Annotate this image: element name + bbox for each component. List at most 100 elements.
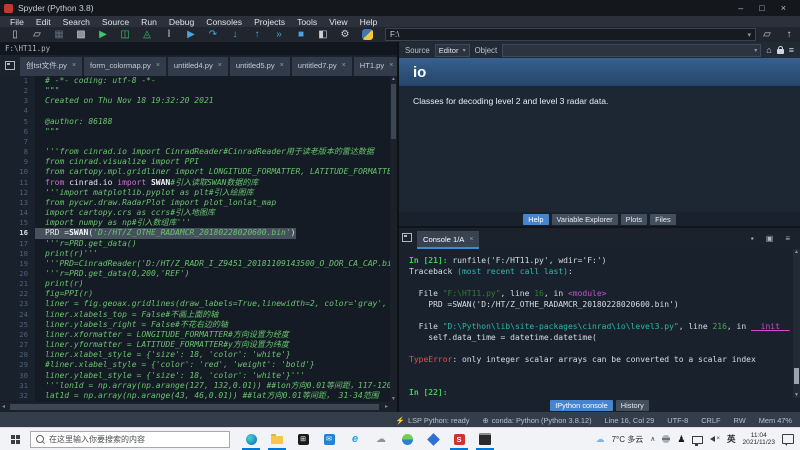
new-file-icon[interactable]: ▯: [4, 27, 26, 42]
ime-indicator[interactable]: 英: [727, 433, 736, 445]
menu-edit[interactable]: Edit: [30, 17, 57, 27]
close-icon[interactable]: ×: [469, 236, 473, 243]
run-icon[interactable]: ▶: [92, 27, 114, 42]
source-select[interactable]: Editor ▾: [435, 44, 470, 57]
editor-tab-_tst_.py[interactable]: 创tst文件.py×: [20, 57, 82, 76]
menu-run[interactable]: Run: [135, 17, 163, 27]
file-explorer-icon[interactable]: [264, 428, 290, 450]
code-line-7[interactable]: 7: [0, 137, 397, 147]
maximize-button[interactable]: □: [759, 3, 764, 13]
terminal-icon[interactable]: [472, 428, 498, 450]
editor-vertical-scrollbar[interactable]: ▲ ▼: [390, 76, 397, 402]
code-line-5[interactable]: 5@author: 86188: [0, 117, 397, 127]
code-line-23[interactable]: 23liner = fig.geoax.gridlines(draw_label…: [0, 299, 397, 309]
run-cell-advance-icon[interactable]: ◬: [136, 27, 158, 42]
editor-tab-untitled5.py[interactable]: untitled5.py×: [230, 57, 290, 76]
editor-tab-untitled7.py[interactable]: untitled7.py×: [292, 57, 352, 76]
code-line-31[interactable]: 31'''lon1d = np.array(np.arange(127, 132…: [0, 381, 397, 391]
start-button[interactable]: [0, 428, 30, 450]
browser-360-icon[interactable]: [394, 428, 420, 450]
chevron-down-icon[interactable]: ▾: [463, 47, 466, 54]
code-line-20[interactable]: 20'''r=PRD.get_data(0,200,'REF'): [0, 269, 397, 279]
pane-options-icon[interactable]: [402, 233, 412, 242]
console-scrollbar[interactable]: ▲ ▼: [793, 249, 800, 398]
interrupt-kernel-icon[interactable]: ▪: [751, 234, 754, 243]
step-into-icon[interactable]: ↓: [224, 27, 246, 42]
menu-search[interactable]: Search: [57, 17, 96, 27]
console-output[interactable]: In [21]: runfile('F:/HT11.py', wdir='F:'…: [399, 249, 800, 398]
continue-icon[interactable]: »: [268, 27, 290, 42]
tray-expand-icon[interactable]: ∧: [650, 435, 655, 443]
preferences-icon[interactable]: ⚙: [334, 27, 356, 42]
code-line-14[interactable]: 14import cartopy.crs as ccrs#引入地图库: [0, 208, 397, 218]
code-line-6[interactable]: 6""": [0, 127, 397, 137]
edge-icon[interactable]: [238, 428, 264, 450]
tab-plots[interactable]: Plots: [621, 214, 647, 225]
menu-projects[interactable]: Projects: [248, 17, 291, 27]
menu-tools[interactable]: Tools: [291, 17, 323, 27]
ie-icon[interactable]: e: [342, 428, 368, 450]
python-logo-icon[interactable]: [362, 29, 373, 40]
menu-consoles[interactable]: Consoles: [200, 17, 248, 27]
chevron-down-icon[interactable]: ▾: [747, 31, 751, 39]
network-icon[interactable]: [692, 436, 703, 444]
scroll-down-icon[interactable]: ▼: [793, 392, 800, 398]
code-line-1[interactable]: 1# -*- coding: utf-8 -*-: [0, 76, 397, 86]
code-line-25[interactable]: 25liner.ylabels_right = False#不花右边的轴: [0, 320, 397, 330]
browse-directory-icon[interactable]: ▱: [756, 29, 778, 40]
spyder-taskbar-icon[interactable]: S: [446, 428, 472, 450]
weather-icon[interactable]: ☁: [368, 428, 394, 450]
tab-ipython-console[interactable]: IPython console: [550, 400, 613, 411]
close-icon[interactable]: ×: [72, 62, 76, 69]
scroll-up-icon[interactable]: ▲: [793, 249, 800, 255]
code-line-19[interactable]: 19'''PRD=CinradReader('D:/HT/Z_RADR_I_Z9…: [0, 259, 397, 269]
save-icon[interactable]: ▦: [48, 27, 70, 42]
working-directory-combobox[interactable]: F:\ ▾: [385, 28, 756, 41]
console-options-icon[interactable]: ≡: [785, 234, 790, 243]
taskbar-search-input[interactable]: 在这里输入你要搜索的内容: [30, 431, 230, 448]
step-over-icon[interactable]: ↷: [202, 27, 224, 42]
close-icon[interactable]: ×: [280, 62, 284, 69]
close-button[interactable]: ×: [781, 3, 786, 13]
tab-files[interactable]: Files: [650, 214, 676, 225]
scroll-left-icon[interactable]: ◂: [2, 402, 5, 412]
code-line-29[interactable]: 29#liner.xlabel_style = {'color': 'red',…: [0, 360, 397, 370]
code-line-26[interactable]: 26liner.xformatter = LONGITUDE_FORMATTER…: [0, 330, 397, 340]
code-line-17[interactable]: 17'''r=PRD.get_data(): [0, 239, 397, 249]
debug-icon[interactable]: ▶: [180, 27, 202, 42]
code-line-3[interactable]: 3Created on Thu Nov 18 19:32:20 2021: [0, 96, 397, 106]
scroll-right-icon[interactable]: ▸: [385, 402, 388, 412]
code-line-24[interactable]: 24liner.xlabels_top = False#不画上面的轴: [0, 310, 397, 320]
close-icon[interactable]: ×: [389, 62, 393, 69]
code-line-2[interactable]: 2""": [0, 86, 397, 96]
menu-help[interactable]: Help: [354, 17, 384, 27]
code-line-32[interactable]: 32lat1d = np.array(np.arange(43, 46,0.01…: [0, 391, 397, 401]
code-line-27[interactable]: 27liner.yformatter = LATITUDE_FORMATTER#…: [0, 340, 397, 350]
lock-icon[interactable]: [777, 49, 784, 54]
minimize-button[interactable]: –: [738, 3, 743, 13]
menu-view[interactable]: View: [323, 17, 353, 27]
home-icon[interactable]: ⌂: [766, 45, 771, 55]
help-menu-icon[interactable]: ≡: [789, 45, 794, 55]
code-line-18[interactable]: 18print(r)''': [0, 249, 397, 259]
open-file-icon[interactable]: ▱: [26, 27, 48, 42]
code-line-28[interactable]: 28liner.xlabel_style = {'size': 18, 'col…: [0, 350, 397, 360]
store-icon[interactable]: ⊞: [290, 428, 316, 450]
maximize-pane-icon[interactable]: ◧: [312, 27, 334, 42]
close-icon[interactable]: ×: [218, 62, 222, 69]
code-line-15[interactable]: 15import numpy as np#引入数组库''': [0, 218, 397, 228]
scroll-up-icon[interactable]: ▲: [390, 76, 397, 82]
object-combobox[interactable]: ▾: [502, 44, 761, 57]
console-tab[interactable]: Console 1/A ×: [417, 231, 479, 249]
chevron-down-icon[interactable]: ▾: [754, 47, 757, 54]
code-line-10[interactable]: 10from cartopy.mpl.gridliner import LONG…: [0, 167, 397, 177]
menu-source[interactable]: Source: [96, 17, 135, 27]
editor-tab-HT1.py[interactable]: HT1.py×: [354, 57, 400, 76]
code-line-4[interactable]: 4: [0, 106, 397, 116]
menu-file[interactable]: File: [4, 17, 30, 27]
code-line-21[interactable]: 21print(r): [0, 279, 397, 289]
qq-tray-icon[interactable]: ♟: [677, 434, 685, 445]
code-line-9[interactable]: 9from cinrad.visualize import PPI: [0, 157, 397, 167]
tab-help[interactable]: Help: [523, 214, 548, 225]
step-out-icon[interactable]: ↑: [246, 27, 268, 42]
